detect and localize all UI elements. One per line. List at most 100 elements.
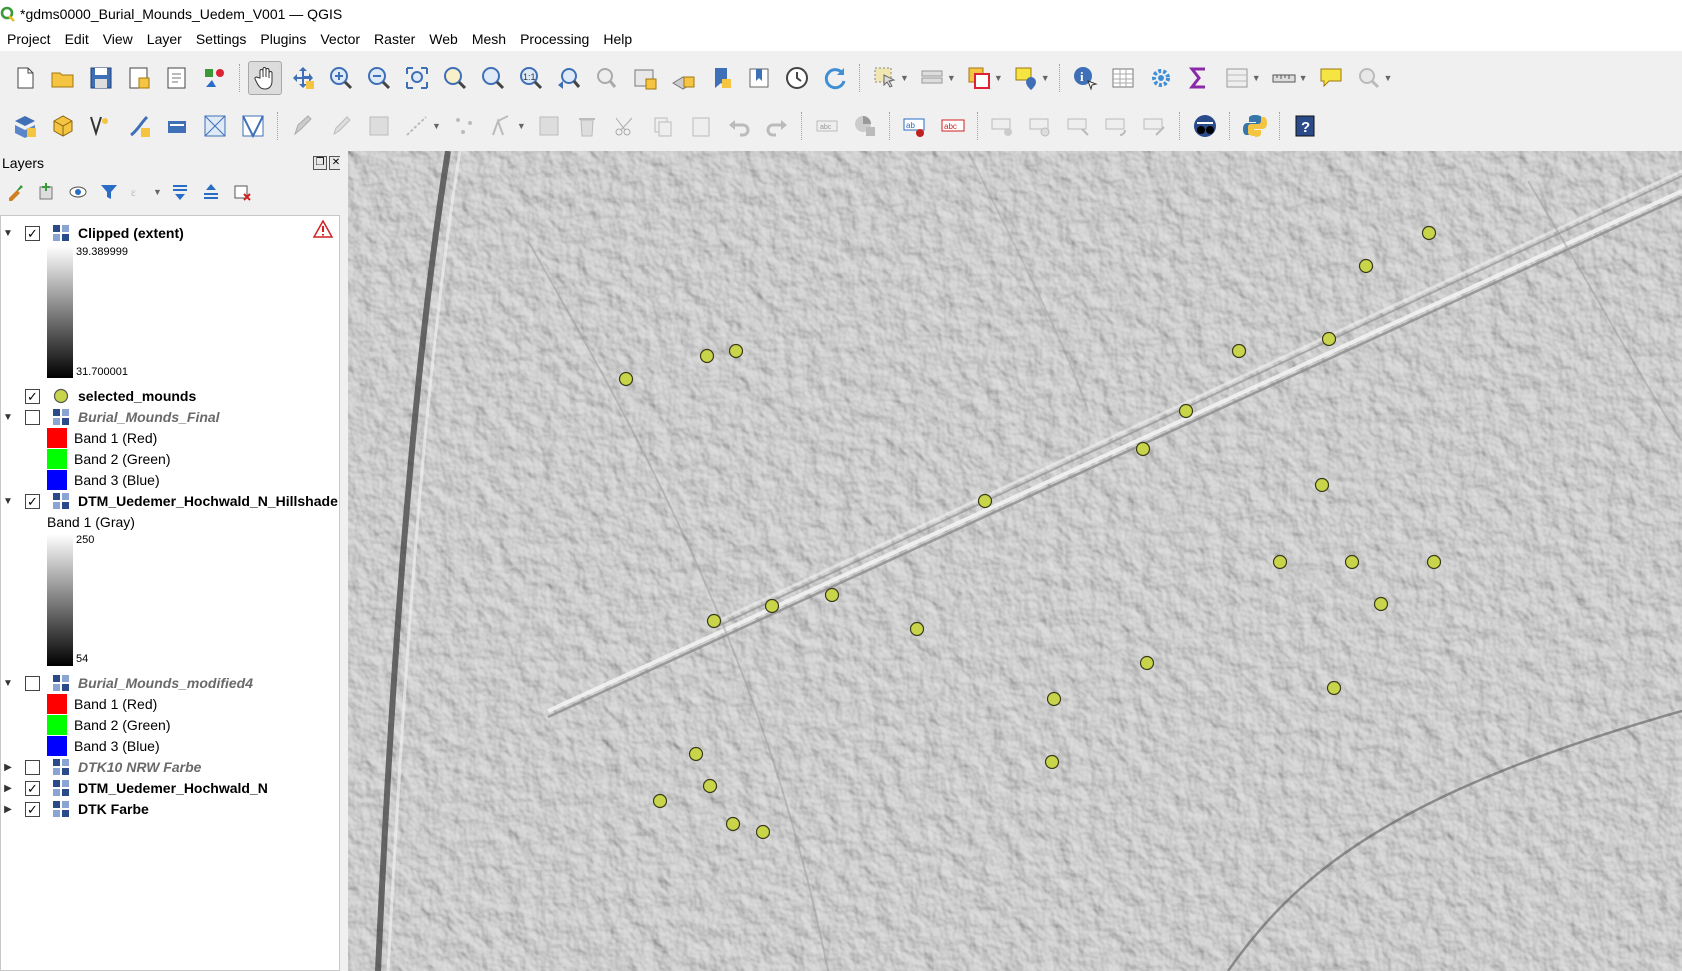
statistical-summary-button[interactable] xyxy=(1182,61,1216,95)
layer-item-burial-mounds-modified4[interactable]: ▼ Burial_Mounds_modified4 xyxy=(1,672,253,694)
new-print-layout-button[interactable] xyxy=(122,61,156,95)
data-source-manager-button[interactable] xyxy=(8,109,42,143)
help-contents-button[interactable]: ? xyxy=(1288,109,1322,143)
mound-point[interactable] xyxy=(1373,596,1389,612)
pan-map-button[interactable] xyxy=(248,61,282,95)
zoom-last-button[interactable] xyxy=(552,61,586,95)
new-map-view-button[interactable] xyxy=(628,61,662,95)
edit-attributes-button[interactable] xyxy=(532,109,566,143)
vertex-tool-button[interactable] xyxy=(447,109,481,143)
new-3d-map-view-button[interactable] xyxy=(666,61,700,95)
chevron-down-icon[interactable]: ▼ xyxy=(1252,73,1261,83)
current-edits-button[interactable] xyxy=(286,109,320,143)
deselect-features-button[interactable] xyxy=(962,61,996,95)
layer-visibility-checkbox[interactable]: ✓ xyxy=(25,493,40,509)
zoom-native-resolution-button[interactable]: 1:1 xyxy=(514,61,548,95)
zoom-full-button[interactable] xyxy=(400,61,434,95)
delete-selected-button[interactable] xyxy=(570,109,604,143)
new-bookmark-button[interactable] xyxy=(704,61,738,95)
menu-view[interactable]: View xyxy=(96,27,140,51)
attribute-table-button[interactable] xyxy=(1106,61,1140,95)
pan-to-selection-button[interactable] xyxy=(286,61,320,95)
float-panel-icon[interactable]: ❐ xyxy=(313,156,327,170)
layer-visibility-checkbox[interactable] xyxy=(25,759,40,775)
layer-item-selected-mounds[interactable]: ✓ selected_mounds xyxy=(1,385,196,407)
mound-point[interactable] xyxy=(1178,403,1194,419)
menu-vector[interactable]: Vector xyxy=(313,27,367,51)
mound-point[interactable] xyxy=(909,621,925,637)
menu-edit[interactable]: Edit xyxy=(58,27,96,51)
layer-visibility-checkbox[interactable]: ✓ xyxy=(25,780,40,796)
locator-settings-button[interactable] xyxy=(1352,61,1386,95)
zoom-out-button[interactable] xyxy=(362,61,396,95)
panel-splitter[interactable] xyxy=(340,151,348,971)
mound-point[interactable] xyxy=(764,598,780,614)
show-hide-labels-button[interactable] xyxy=(1024,109,1058,143)
menu-help[interactable]: Help xyxy=(596,27,639,51)
remove-layer-icon[interactable] xyxy=(228,178,256,206)
layer-item-dtk10-nrw-farbe[interactable]: ▶ DTK10 NRW Farbe xyxy=(1,756,201,778)
zoom-in-button[interactable] xyxy=(324,61,358,95)
mound-point[interactable] xyxy=(1135,441,1151,457)
rotate-label-button[interactable] xyxy=(1100,109,1134,143)
new-project-button[interactable] xyxy=(8,61,42,95)
open-project-button[interactable] xyxy=(46,61,80,95)
field-calculator-button[interactable] xyxy=(1220,61,1254,95)
hillshade-map[interactable] xyxy=(348,151,1682,971)
chevron-down-icon[interactable]: ▼ xyxy=(1299,73,1308,83)
menu-processing[interactable]: Processing xyxy=(513,27,596,51)
mound-point[interactable] xyxy=(1044,754,1060,770)
layer-item-dtk-farbe[interactable]: ▶ ✓ DTK Farbe xyxy=(1,798,149,820)
modify-attributes-button[interactable] xyxy=(485,109,519,143)
chevron-down-icon[interactable]: ▼ xyxy=(994,73,1003,83)
label-toolbar-button[interactable]: abc xyxy=(810,109,844,143)
save-project-button[interactable] xyxy=(84,61,118,95)
refresh-button[interactable] xyxy=(818,61,852,95)
mound-point[interactable] xyxy=(702,778,718,794)
manage-map-themes-icon[interactable] xyxy=(64,178,92,206)
mound-point[interactable] xyxy=(688,746,704,762)
pin-unpin-labels-button[interactable] xyxy=(986,109,1020,143)
open-layer-styling-icon[interactable] xyxy=(2,178,30,206)
mound-point[interactable] xyxy=(1421,225,1437,241)
layer-item-clipped-extent[interactable]: ▼ ✓ Clipped (extent) xyxy=(1,222,184,244)
toggle-editing-button[interactable] xyxy=(324,109,358,143)
layer-item-dtm-hillshade[interactable]: ▼ ✓ DTM_Uedemer_Hochwald_N_Hillshade xyxy=(1,490,338,512)
expand-arrow-icon[interactable]: ▶ xyxy=(1,762,15,773)
identify-features-button[interactable]: i xyxy=(1068,61,1102,95)
redo-button[interactable] xyxy=(760,109,794,143)
style-manager-button[interactable] xyxy=(198,61,232,95)
layer-visibility-checkbox[interactable] xyxy=(25,675,40,691)
layer-item-dtm-uedemer-hochwald-n[interactable]: ▶ ✓ DTM_Uedemer_Hochwald_N xyxy=(1,777,268,799)
warning-icon[interactable] xyxy=(313,220,333,238)
collapse-arrow-icon[interactable]: ▼ xyxy=(1,678,15,689)
layer-visibility-checkbox[interactable]: ✓ xyxy=(25,225,40,241)
mound-point[interactable] xyxy=(652,793,668,809)
collapse-all-icon[interactable] xyxy=(197,178,225,206)
zoom-next-button[interactable] xyxy=(590,61,624,95)
menu-project[interactable]: Project xyxy=(0,27,58,51)
mound-point[interactable] xyxy=(728,343,744,359)
mound-point[interactable] xyxy=(824,587,840,603)
menu-plugins[interactable]: Plugins xyxy=(253,27,313,51)
expand-arrow-icon[interactable]: ▶ xyxy=(1,804,15,815)
menu-mesh[interactable]: Mesh xyxy=(465,27,513,51)
chevron-down-icon[interactable]: ▼ xyxy=(432,121,441,131)
mound-point[interactable] xyxy=(755,824,771,840)
new-virtual-layer-button[interactable] xyxy=(198,109,232,143)
show-bookmarks-button[interactable] xyxy=(742,61,776,95)
expand-arrow-icon[interactable]: ▶ xyxy=(1,783,15,794)
new-temporary-layer-button[interactable] xyxy=(160,109,194,143)
mound-point[interactable] xyxy=(699,348,715,364)
mound-point[interactable] xyxy=(1321,331,1337,347)
processing-toolbox-button[interactable] xyxy=(1144,61,1178,95)
chevron-down-icon[interactable]: ▼ xyxy=(153,187,162,197)
move-label-button[interactable] xyxy=(1062,109,1096,143)
mound-point[interactable] xyxy=(1314,477,1330,493)
cut-features-button[interactable] xyxy=(608,109,642,143)
change-label-button[interactable] xyxy=(1138,109,1172,143)
highlight-pinned-labels-button[interactable]: abc xyxy=(936,109,970,143)
layer-item-burial-mounds-final[interactable]: ▼ Burial_Mounds_Final xyxy=(1,406,220,428)
digitize-line-button[interactable] xyxy=(400,109,434,143)
mound-point[interactable] xyxy=(977,493,993,509)
